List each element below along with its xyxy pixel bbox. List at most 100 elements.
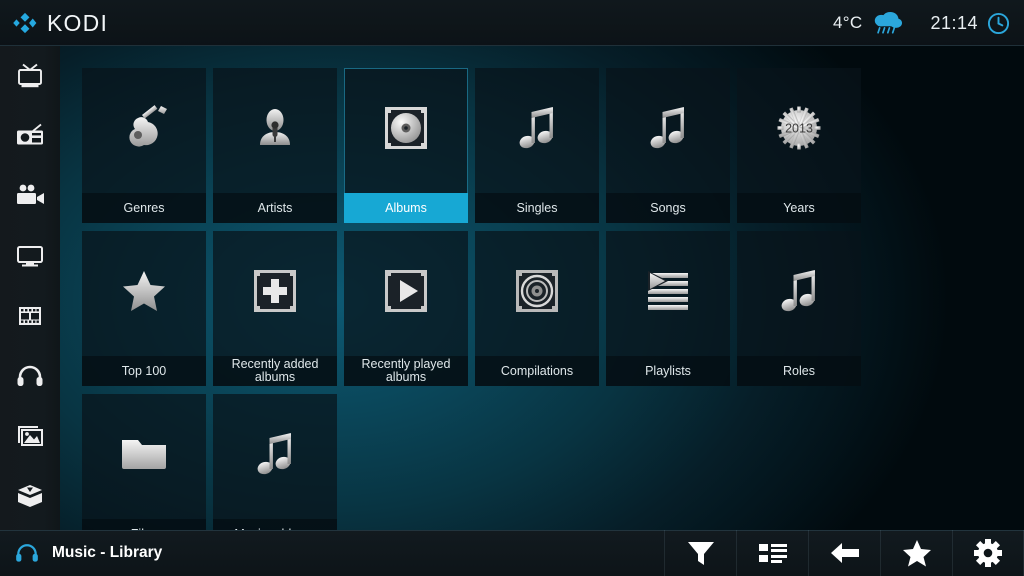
play-box-icon	[383, 268, 429, 314]
back-arrow-icon	[829, 540, 861, 566]
tile-thumb	[213, 394, 337, 519]
tile-label: Singles	[517, 202, 558, 215]
tile-label: Years	[783, 202, 815, 215]
header-bar: KODI 4°C 21:14	[0, 0, 1024, 46]
folder-icon	[119, 434, 169, 474]
tile-roles[interactable]: Roles	[737, 231, 861, 386]
viewmode-button[interactable]	[736, 530, 808, 576]
playlist-icon	[644, 269, 692, 313]
tile-caption: Singles	[475, 193, 599, 223]
tile-caption: Recently played albums	[344, 356, 468, 386]
tile-compilations[interactable]: Compilations	[475, 231, 599, 386]
brand-title: KODI	[47, 10, 108, 37]
tile-singles[interactable]: Singles	[475, 68, 599, 223]
tile-caption: Songs	[606, 193, 730, 223]
tile-caption: Top 100	[82, 356, 206, 386]
tile-thumb	[213, 68, 337, 193]
pictures-icon	[14, 423, 46, 449]
sidebar-item-pictures[interactable]	[0, 406, 60, 466]
year-badge-text: 2013	[785, 121, 813, 135]
tile-label: Playlists	[645, 365, 691, 378]
music-note-icon	[647, 104, 689, 152]
tile-label: Artists	[258, 202, 293, 215]
clock-label: 21:14	[930, 13, 978, 34]
film-strip-icon	[15, 303, 45, 329]
tile-caption: Years	[737, 193, 861, 223]
tile-caption: Recently added albums	[213, 356, 337, 386]
headphones-icon	[14, 541, 40, 565]
headphones-icon	[15, 363, 45, 389]
tile-caption: Genres	[82, 193, 206, 223]
tile-recently-played-albums[interactable]: Recently played albums	[344, 231, 468, 386]
tile-thumb	[737, 231, 861, 356]
guitar-icon	[118, 104, 170, 152]
rain-cloud-icon[interactable]	[870, 10, 904, 36]
status-bar: Music - Library	[0, 530, 1024, 576]
tile-thumb	[475, 68, 599, 193]
status-label: Music - Library	[52, 544, 162, 562]
year-badge-icon: 2013	[776, 105, 822, 151]
header-right: 4°C 21:14	[833, 10, 1024, 36]
sidebar-item-music[interactable]	[0, 346, 60, 406]
tile-artists[interactable]: Artists	[213, 68, 337, 223]
tile-label-line2: albums	[362, 371, 451, 384]
status-toolbar	[664, 530, 1024, 576]
settings-button[interactable]	[952, 530, 1024, 576]
addons-box-icon	[15, 483, 45, 509]
tile-genres[interactable]: Genres	[82, 68, 206, 223]
tile-songs[interactable]: Songs	[606, 68, 730, 223]
tile-label-line2: albums	[232, 371, 319, 384]
artist-mic-icon	[251, 104, 299, 152]
tv-icon	[15, 63, 45, 89]
tile-files[interactable]: Files	[82, 394, 206, 549]
tile-top100[interactable]: Top 100	[82, 231, 206, 386]
plus-box-icon	[252, 268, 298, 314]
status-left: Music - Library	[0, 541, 162, 565]
monitor-icon	[15, 243, 45, 269]
tile-years[interactable]: 2013 Years	[737, 68, 861, 223]
tile-thumb	[213, 231, 337, 356]
filter-button[interactable]	[664, 530, 736, 576]
back-button[interactable]	[808, 530, 880, 576]
tile-label: Top 100	[122, 365, 166, 378]
sidebar	[0, 46, 60, 530]
sidebar-item-videos[interactable]	[0, 286, 60, 346]
tile-label: Roles	[783, 365, 815, 378]
tile-albums[interactable]: Albums	[344, 68, 468, 223]
tile-label: Songs	[650, 202, 685, 215]
gear-icon	[973, 538, 1003, 568]
media-tile-grid: Genres Artists	[82, 68, 982, 549]
cd-case-icon	[383, 105, 429, 151]
tile-thumb	[82, 394, 206, 519]
tile-thumb	[82, 68, 206, 193]
sidebar-item-tvshows[interactable]	[0, 226, 60, 286]
sidebar-item-radio[interactable]	[0, 106, 60, 166]
tile-thumb	[475, 231, 599, 356]
tile-thumb	[606, 68, 730, 193]
tile-caption: Roles	[737, 356, 861, 386]
clock-icon[interactable]	[987, 12, 1010, 35]
tile-caption: Albums	[344, 193, 468, 223]
kodi-logo-icon	[12, 10, 38, 36]
tile-recently-added-albums[interactable]: Recently added albums	[213, 231, 337, 386]
music-note-icon	[516, 104, 558, 152]
temperature-label: 4°C	[833, 13, 862, 33]
tile-thumb	[82, 231, 206, 356]
sidebar-item-addons[interactable]	[0, 466, 60, 526]
movie-camera-icon	[14, 183, 46, 209]
sidebar-item-movies[interactable]	[0, 166, 60, 226]
sidebar-item-tv[interactable]	[0, 46, 60, 106]
radio-icon	[15, 123, 45, 149]
star-icon	[902, 539, 932, 567]
compilation-cd-icon	[514, 268, 560, 314]
funnel-icon	[686, 539, 716, 567]
tile-thumb: 2013	[737, 68, 861, 193]
music-note-icon	[254, 430, 296, 478]
tile-thumb	[606, 231, 730, 356]
tile-music-addons[interactable]: Music add-ons	[213, 394, 337, 549]
tile-caption: Artists	[213, 193, 337, 223]
tile-playlists[interactable]: Playlists	[606, 231, 730, 386]
brand-logo[interactable]: KODI	[0, 10, 108, 37]
tile-caption: Compilations	[475, 356, 599, 386]
favourites-button[interactable]	[880, 530, 952, 576]
